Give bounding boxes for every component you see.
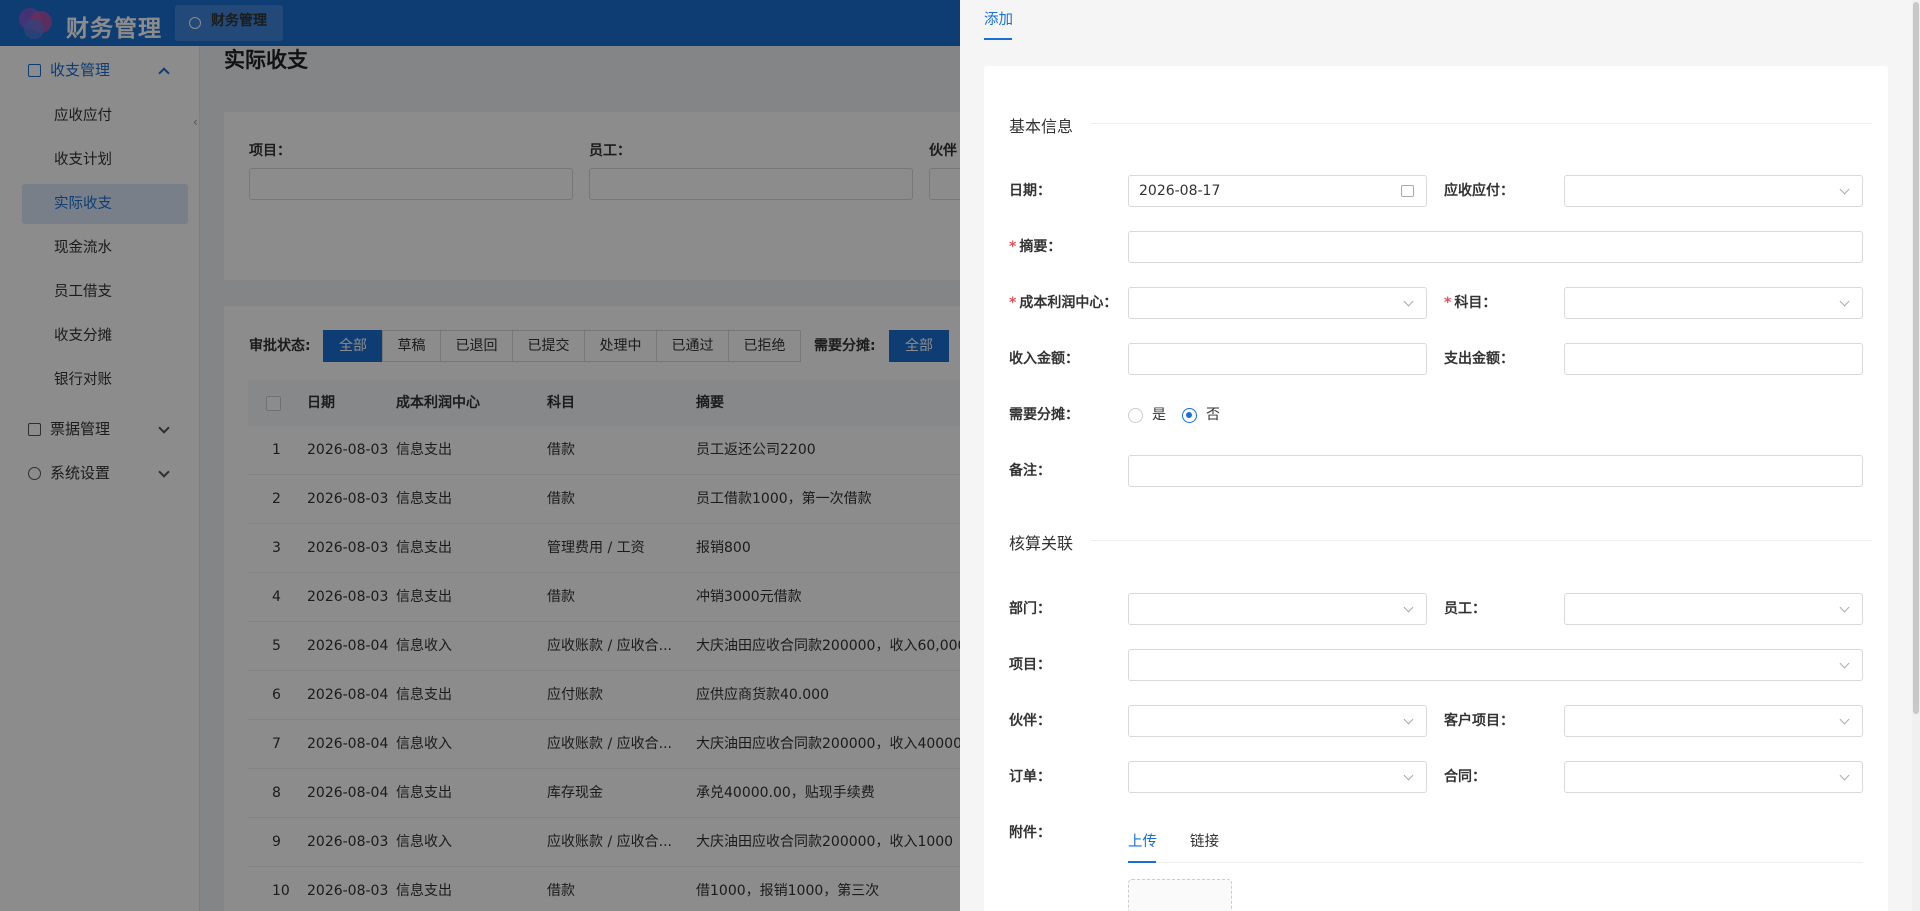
order-select[interactable] [1128,761,1427,793]
dept-select[interactable] [1128,593,1427,625]
receivable-select[interactable] [1564,175,1863,207]
attachment-tab-link[interactable]: 链接 [1190,830,1219,851]
chevron-down-icon [1839,770,1850,781]
summary-label: * 摘要： [1009,239,1062,255]
chevron-down-icon [1403,770,1414,781]
attachment-tab-divider [1128,862,1863,863]
split-radio-group: 是 否 [1128,399,1328,431]
chevron-down-icon [1839,602,1850,613]
date-picker[interactable]: 2026-08-17 [1128,175,1427,207]
date-value: 2026-08-17 [1139,183,1221,199]
income-input[interactable] [1128,343,1427,375]
split-yes-label: 是 [1152,407,1166,423]
center-select[interactable] [1128,287,1427,319]
receivable-label: 应收应付： [1444,183,1514,199]
client-project-select[interactable] [1564,705,1863,737]
split-label: 需要分摊： [1009,407,1079,423]
chevron-down-icon [1839,296,1850,307]
partner-select[interactable] [1128,705,1427,737]
expense-input[interactable] [1564,343,1863,375]
chevron-down-icon [1403,296,1414,307]
employee-select[interactable] [1564,593,1863,625]
remark-input[interactable] [1128,455,1863,487]
dept-label: 部门： [1009,601,1051,617]
income-label: 收入金额： [1009,351,1079,367]
section-divider [1091,540,1872,541]
subject-label: * 科目： [1444,295,1497,311]
attachment-label: 附件： [1009,825,1051,841]
order-label: 订单： [1009,769,1051,785]
section-divider [1091,123,1872,124]
chevron-down-icon [1839,658,1850,669]
attachment-tab-upload[interactable]: 上传 [1128,830,1157,851]
chevron-down-icon [1403,714,1414,725]
split-yes-radio[interactable] [1128,408,1143,423]
form-card: 基本信息 日期： 2026-08-17 应收应付： * 摘要： * 成本利润中心： … [984,66,1888,911]
project-label: 项目： [1009,657,1051,673]
chevron-down-icon [1403,602,1414,613]
split-no-radio[interactable] [1182,408,1197,423]
upload-dropzone[interactable] [1128,879,1232,911]
attachment-tab-indicator [1128,861,1156,863]
contract-select[interactable] [1564,761,1863,793]
chevron-down-icon [1839,714,1850,725]
required-mark: * [1009,239,1017,255]
calendar-icon [1401,185,1414,197]
section-title-basic: 基本信息 [1009,117,1074,136]
chevron-down-icon [1839,184,1850,195]
project-select[interactable] [1128,649,1863,681]
contract-label: 合同： [1444,769,1486,785]
required-mark: * [1009,295,1017,311]
section-title-accounting: 核算关联 [1009,534,1074,553]
drawer-tab-add[interactable]: 添加 [984,8,1013,29]
partner-label: 伙伴： [1009,713,1051,729]
date-label: 日期： [1009,183,1051,199]
summary-input[interactable] [1128,231,1863,263]
expense-label: 支出金额： [1444,351,1514,367]
drawer-scroll-thumb[interactable] [1913,2,1919,714]
employee-label: 员工： [1444,601,1486,617]
subject-select[interactable] [1564,287,1863,319]
drawer-tab-indicator [984,38,1012,40]
add-drawer: 添加 基本信息 日期： 2026-08-17 应收应付： * 摘要： * 成本利润中… [960,0,1920,911]
required-mark: * [1444,295,1452,311]
remark-label: 备注： [1009,463,1051,479]
center-label: * 成本利润中心： [1009,295,1118,311]
client-project-label: 客户项目： [1444,713,1514,729]
split-no-label: 否 [1206,407,1220,423]
